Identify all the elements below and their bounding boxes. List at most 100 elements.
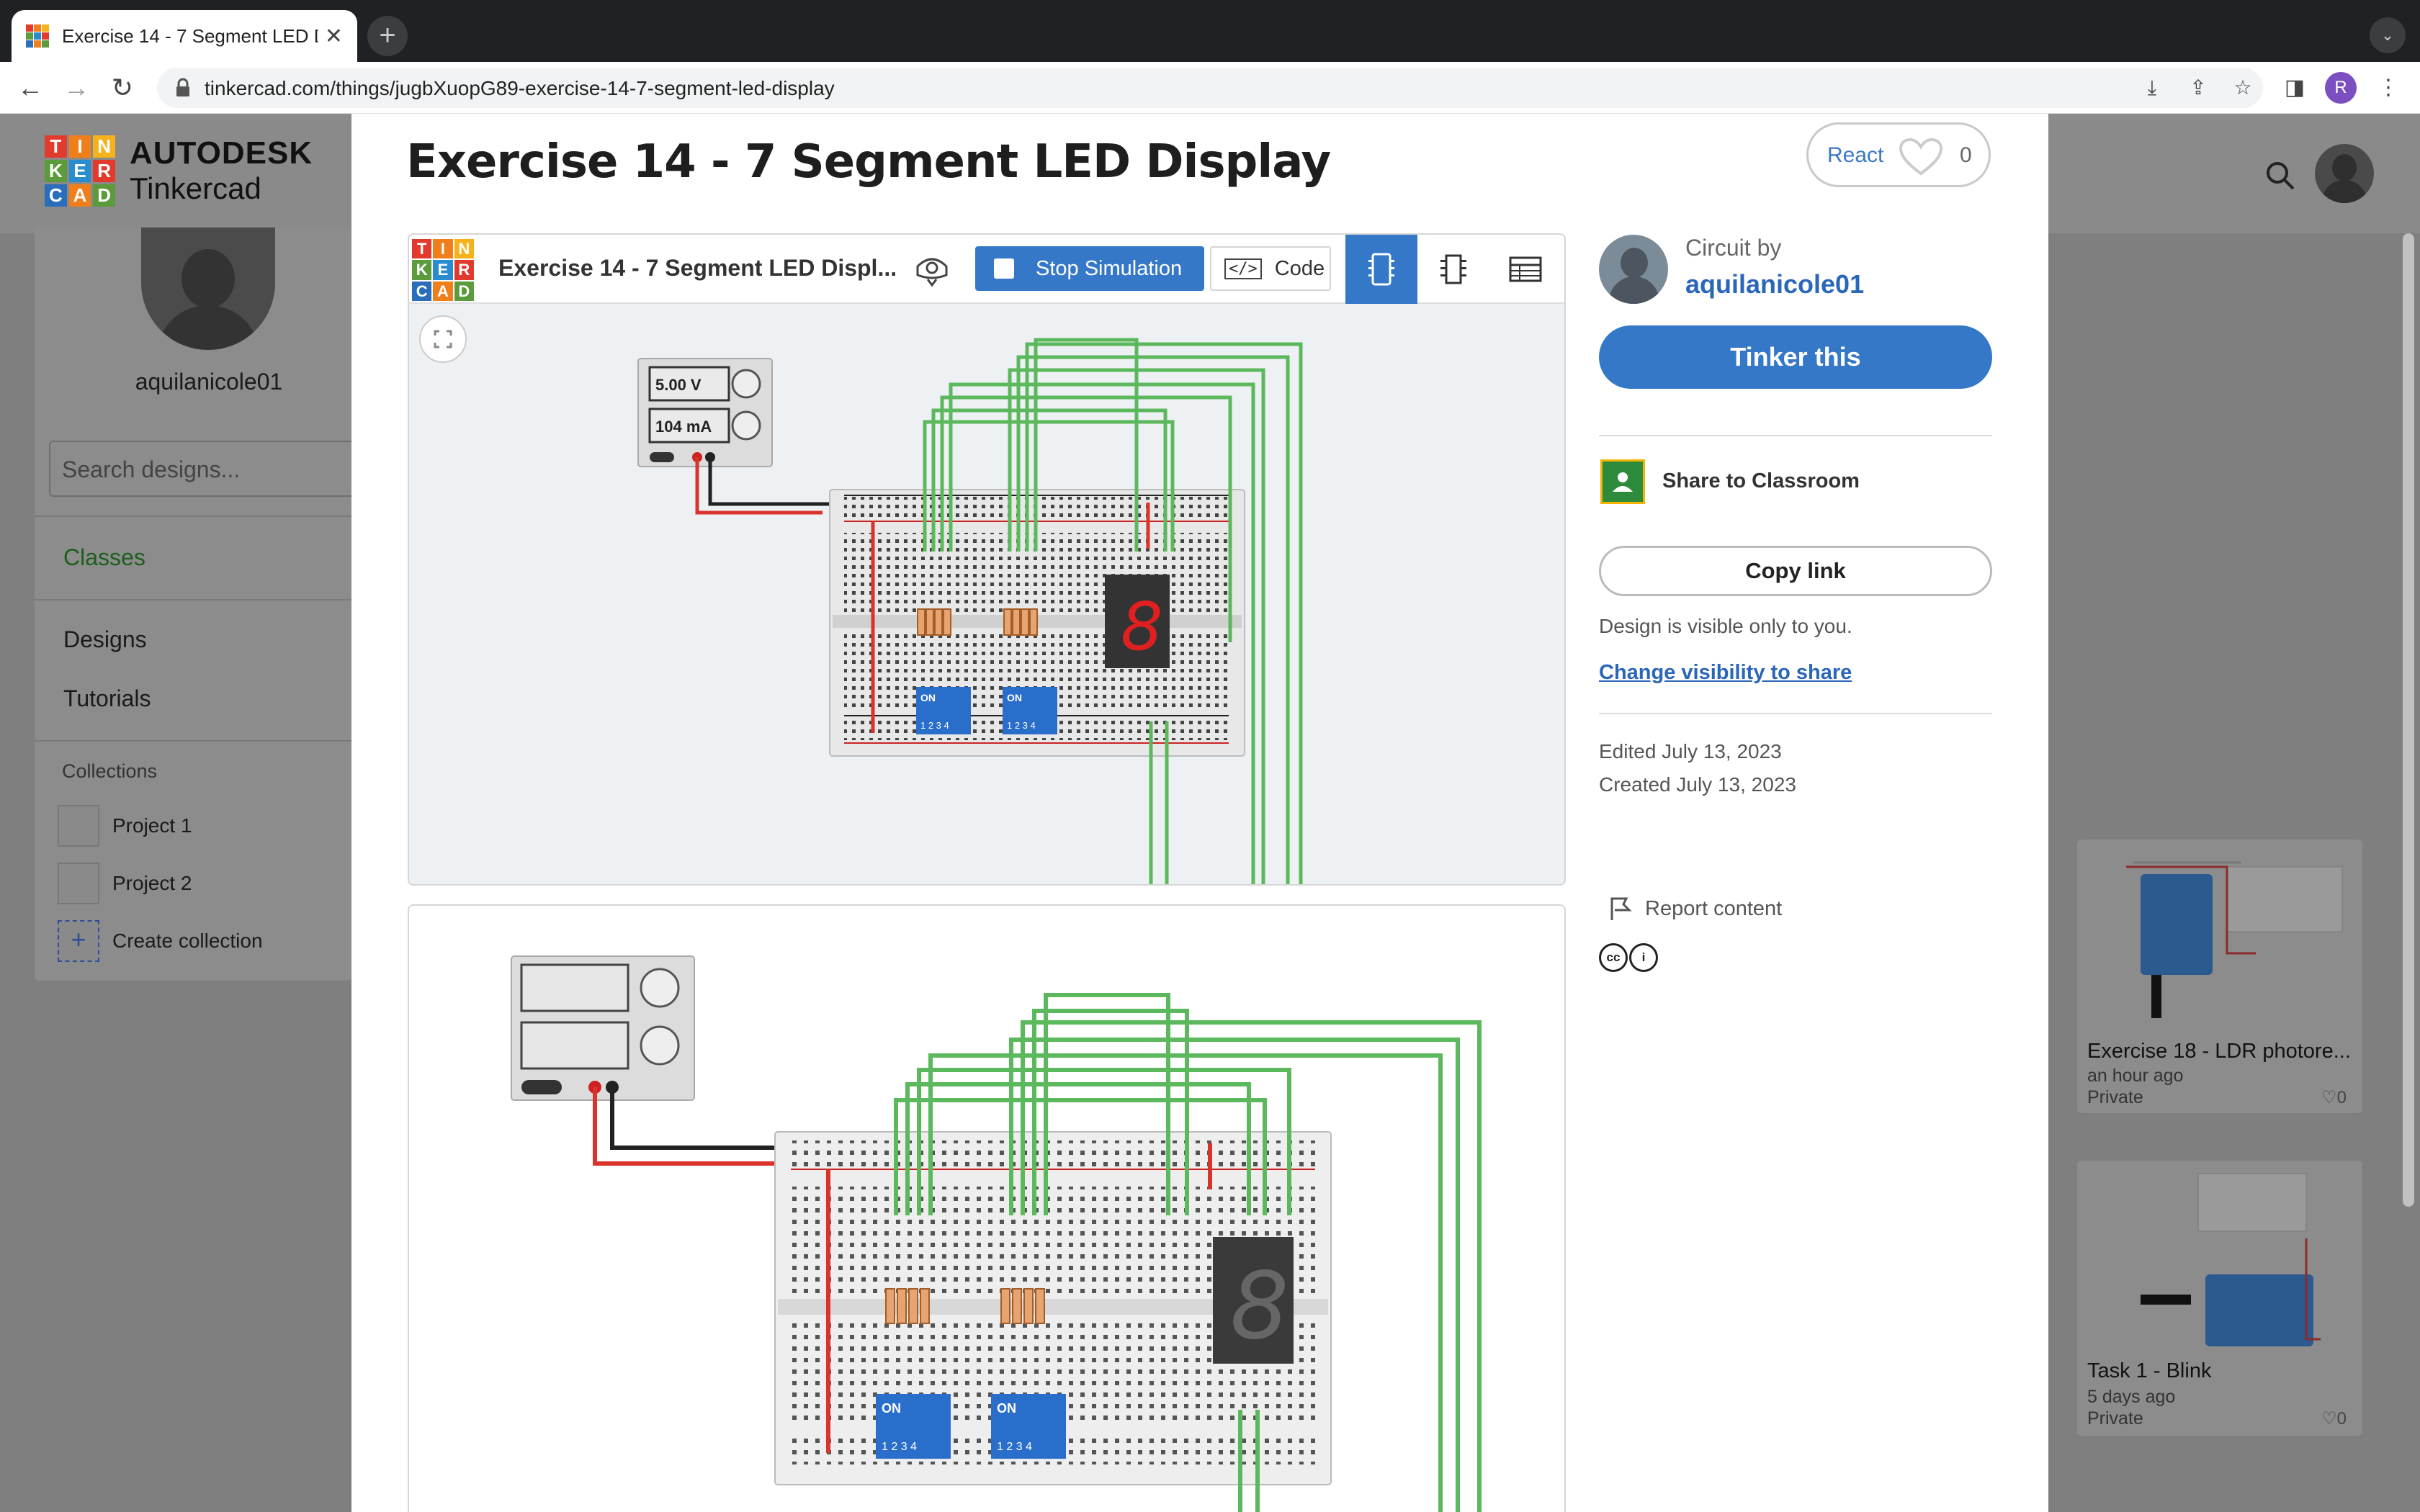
- divider: [1599, 713, 1992, 714]
- svg-text:1 2 3 4: 1 2 3 4: [997, 1441, 1032, 1453]
- svg-text:1 2 3 4: 1 2 3 4: [882, 1441, 917, 1453]
- kebab-menu-icon[interactable]: ⋮: [2370, 69, 2407, 107]
- design-card[interactable]: Exercise 18 - LDR photore... an hour ago…: [2077, 840, 2362, 1113]
- schematic-view-button[interactable]: [1417, 235, 1489, 304]
- simulator-toolbar: T I N K E R C A D Exercise 14 - 7 Segmen…: [409, 235, 1564, 304]
- svg-text:ON: ON: [920, 692, 936, 703]
- lock-icon: [176, 78, 189, 96]
- brand-line-tinkercad: Tinkercad: [130, 171, 261, 205]
- circuit-preview-image: ON ON 1 2 3 4 1 2 3 4 8: [408, 904, 1566, 1512]
- card-time: an hour ago: [2087, 1066, 2184, 1086]
- author-avatar[interactable]: [1599, 235, 1668, 304]
- sidebar-item-classes[interactable]: Classes: [63, 544, 145, 571]
- card-title: Exercise 18 - LDR photore...: [2087, 1040, 2351, 1063]
- svg-text:1 2 3 4: 1 2 3 4: [1007, 720, 1036, 731]
- circuit-simulator-embed[interactable]: T I N K E R C A D Exercise 14 - 7 Segmen…: [408, 233, 1566, 886]
- back-arrow-icon[interactable]: ←: [12, 69, 49, 107]
- svg-text:ON: ON: [882, 1401, 901, 1416]
- sidebar-item-tutorials[interactable]: Tutorials: [63, 685, 151, 712]
- sidebar-username: aquilanicole01: [135, 369, 283, 395]
- seven-segment-display[interactable]: 8: [1105, 575, 1170, 668]
- collection-project-2[interactable]: Project 2: [58, 863, 192, 904]
- create-collection-button[interactable]: + Create collection: [58, 920, 263, 962]
- code-button[interactable]: </> Code: [1210, 246, 1331, 291]
- chip-icon: [1440, 254, 1466, 284]
- card-privacy: Private: [2087, 1087, 2143, 1107]
- heart-icon: [1899, 138, 1943, 176]
- stop-simulation-button[interactable]: Stop Simulation: [975, 246, 1204, 291]
- card-likes: ♡0: [2321, 1088, 2347, 1107]
- react-button[interactable]: React 0: [1806, 122, 1991, 187]
- power-supply[interactable]: 5.00 V 104 mA: [637, 358, 773, 467]
- plus-icon: +: [58, 920, 99, 962]
- voltage-readout: 5.00 V: [655, 376, 702, 394]
- search-designs-input[interactable]: Search designs...: [49, 441, 366, 497]
- code-icon: </>: [1224, 258, 1262, 279]
- created-date: Created July 13, 2023: [1599, 773, 1796, 796]
- close-tab-icon[interactable]: ✕: [325, 24, 343, 49]
- report-content-link[interactable]: Report content: [1609, 896, 1782, 922]
- creative-commons-license[interactable]: cc i: [1599, 943, 1659, 972]
- design-modal: Exercise 14 - 7 Segment LED Display Reac…: [351, 114, 2048, 1512]
- star-icon[interactable]: ☆: [2230, 75, 2256, 101]
- tinkercad-favicon: [26, 24, 49, 48]
- card-thumbnail: [2141, 1173, 2321, 1346]
- svg-text:1 2 3 4: 1 2 3 4: [920, 720, 949, 731]
- cc-icon: cc: [1599, 943, 1628, 972]
- copy-link-button[interactable]: Copy link: [1599, 546, 1992, 596]
- card-title: Task 1 - Blink: [2087, 1359, 2212, 1382]
- share-icon[interactable]: ⇪: [2185, 75, 2211, 101]
- component-list-button[interactable]: [1489, 235, 1561, 304]
- collection-project-1[interactable]: Project 1: [58, 805, 192, 847]
- divider: [1599, 435, 1992, 436]
- tinkercad-logo[interactable]: T I N K E R C A D: [412, 239, 474, 301]
- breadboard-icon: [1368, 253, 1394, 286]
- profile-avatar[interactable]: R: [2325, 72, 2357, 104]
- circuit-view-button[interactable]: [1345, 235, 1417, 304]
- forward-arrow-icon[interactable]: →: [58, 69, 95, 107]
- dip-switch[interactable]: ON 1 2 3 4: [1003, 687, 1057, 734]
- tinker-this-button[interactable]: Tinker this: [1599, 325, 1992, 389]
- collections-heading: Collections: [62, 760, 158, 782]
- reload-icon[interactable]: ↻: [104, 69, 141, 107]
- svg-text:8: 8: [1230, 1253, 1289, 1360]
- sidebar-item-designs[interactable]: Designs: [63, 626, 147, 653]
- tab-title: Exercise 14 - 7 Segment LED D: [62, 24, 318, 47]
- logo-grid: T I N K E R C A D: [45, 135, 115, 207]
- circuit-canvas[interactable]: 5.00 V 104 mA ON 1 2 3 4 ON 1 2 3 4 8: [409, 304, 1566, 886]
- attribution-icon: i: [1629, 943, 1658, 972]
- view-toggle-eye-icon[interactable]: [913, 251, 951, 288]
- dip-switch[interactable]: ON 1 2 3 4: [916, 687, 971, 734]
- browser-tab[interactable]: Exercise 14 - 7 Segment LED D ✕: [12, 10, 357, 62]
- tinkercad-logo[interactable]: T I N K E R C A D AUTODESK Tinkercad: [45, 135, 313, 207]
- side-panel-icon[interactable]: ◨: [2276, 69, 2313, 107]
- design-card[interactable]: Task 1 - Blink 5 days ago Private ♡0: [2077, 1161, 2362, 1436]
- svg-text:ON: ON: [997, 1401, 1016, 1416]
- address-bar[interactable]: tinkercad.com/things/jugbXuopG89-exercis…: [157, 68, 2263, 108]
- url-text: tinkercad.com/things/jugbXuopG89-exercis…: [205, 77, 835, 99]
- search-icon[interactable]: [2262, 157, 2299, 194]
- google-classroom-icon[interactable]: [1600, 459, 1645, 504]
- stop-icon: [994, 258, 1014, 279]
- brand-wordmark: AUTODESK Tinkercad: [130, 135, 313, 206]
- react-count: 0: [1960, 143, 1972, 167]
- share-to-classroom-link[interactable]: Share to Classroom: [1662, 469, 1860, 493]
- circuit-diagram: ON ON 1 2 3 4 1 2 3 4 8: [511, 955, 1482, 1512]
- sidebar-avatar: [141, 228, 275, 350]
- page-title: Exercise 14 - 7 Segment LED Display: [406, 135, 1331, 189]
- svg-text:8: 8: [1121, 588, 1163, 665]
- install-icon[interactable]: ⤓: [2139, 75, 2165, 101]
- tab-search-chevron-icon[interactable]: ⌄: [2370, 17, 2406, 53]
- browser-tab-strip: Exercise 14 - 7 Segment LED D ✕ + ⌄: [0, 0, 2420, 62]
- change-visibility-link[interactable]: Change visibility to share: [1599, 661, 1852, 685]
- sidebar: aquilanicole01 Search designs... Classes…: [35, 228, 366, 981]
- author-link[interactable]: aquilanicole01: [1685, 269, 1864, 300]
- brand-line-autodesk: AUTODESK: [130, 135, 313, 171]
- divider: [35, 599, 351, 600]
- current-readout: 104 mA: [655, 418, 712, 436]
- new-tab-button[interactable]: +: [367, 16, 408, 56]
- svg-text:ON: ON: [1007, 692, 1022, 703]
- page-scrollbar[interactable]: [2403, 233, 2414, 1207]
- user-avatar[interactable]: [2315, 144, 2374, 203]
- visibility-text: Design is visible only to you.: [1599, 615, 1852, 637]
